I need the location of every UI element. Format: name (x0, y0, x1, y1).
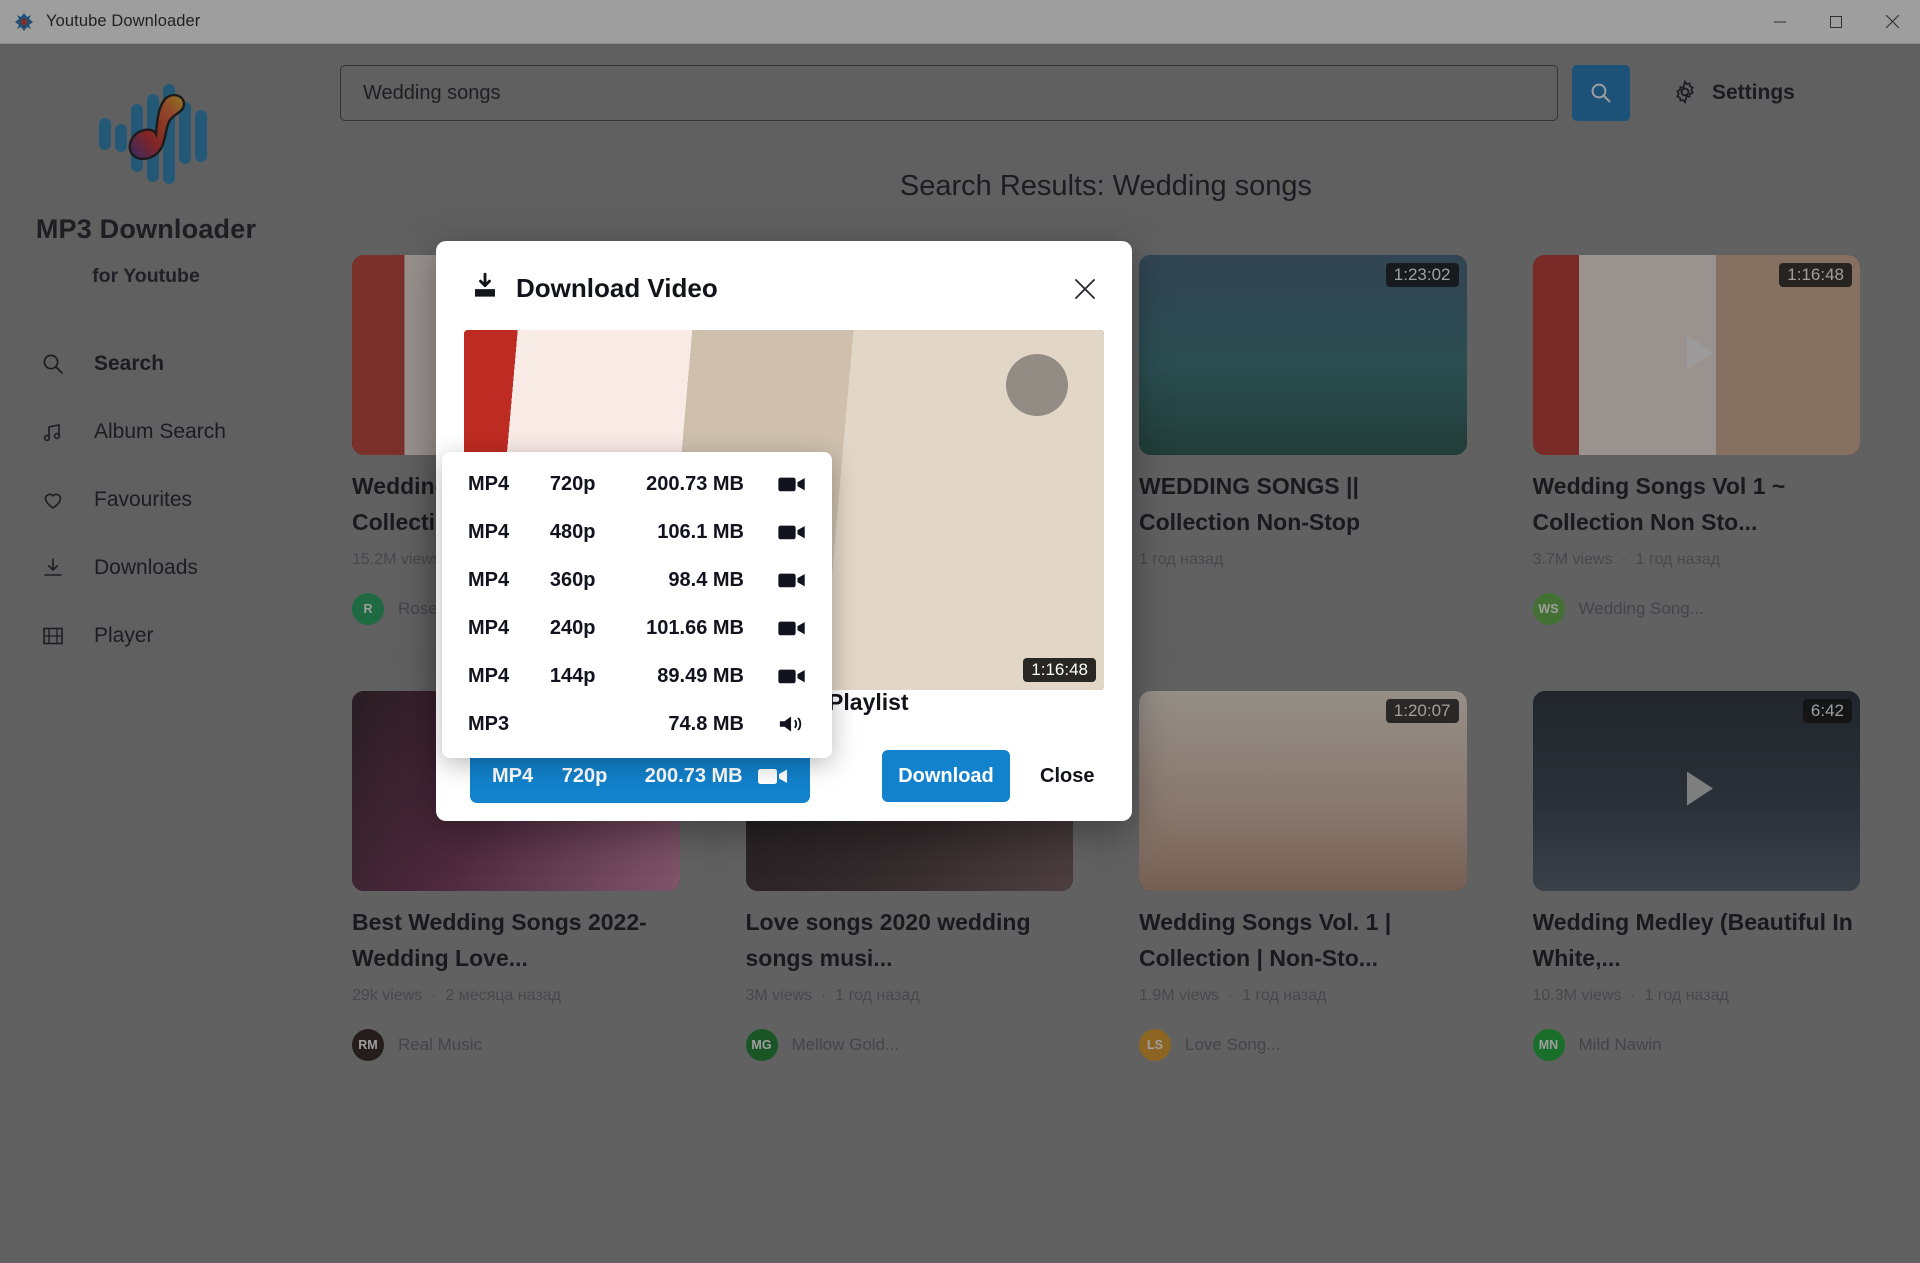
quality-option[interactable]: MP4 720p 200.73 MB (442, 460, 832, 508)
option-format: MP4 (468, 568, 510, 591)
video-camera-icon (778, 666, 806, 686)
selected-size: 200.73 MB (644, 764, 743, 787)
option-size: 101.66 MB (646, 616, 744, 639)
option-size: 89.49 MB (657, 664, 744, 687)
option-format: MP4 (468, 616, 510, 639)
selected-format: MP4 (492, 764, 534, 787)
speaker-icon (778, 713, 806, 735)
option-quality: 360p (549, 568, 596, 591)
selected-quality: 720p (561, 764, 608, 787)
option-size: 98.4 MB (668, 568, 744, 591)
video-camera-icon (778, 474, 806, 494)
video-camera-icon (778, 618, 806, 638)
quality-option[interactable]: MP3 74.8 MB (442, 700, 832, 748)
option-quality: 240p (549, 616, 596, 639)
option-quality: 480p (549, 520, 596, 543)
video-camera-icon (758, 765, 788, 787)
option-format: MP4 (468, 472, 510, 495)
app-window: Youtube Downloader MP3 Downloader for Yo… (0, 0, 1920, 1263)
dialog-title: Download Video (516, 273, 718, 303)
dialog-header: Download Video (436, 241, 1132, 306)
quality-option[interactable]: MP4 240p 101.66 MB (442, 604, 832, 652)
close-icon[interactable] (1068, 272, 1102, 306)
option-format: MP4 (468, 664, 510, 687)
video-camera-icon (778, 570, 806, 590)
quality-option[interactable]: MP4 480p 106.1 MB (442, 508, 832, 556)
cancel-button[interactable]: Close (1040, 765, 1094, 788)
option-size: 74.8 MB (668, 712, 744, 735)
option-size: 200.73 MB (646, 472, 744, 495)
quality-dropdown-menu[interactable]: MP4 720p 200.73 MB MP4 480p 106.1 MB MP4… (442, 452, 832, 758)
video-camera-icon (778, 522, 806, 542)
option-quality: 144p (549, 664, 596, 687)
option-format: MP4 (468, 520, 510, 543)
download-icon (470, 271, 500, 306)
option-quality: 720p (549, 472, 596, 495)
option-format: MP3 (468, 712, 510, 735)
option-size: 106.1 MB (657, 520, 744, 543)
quality-option[interactable]: MP4 144p 89.49 MB (442, 652, 832, 700)
quality-option[interactable]: MP4 360p 98.4 MB (442, 556, 832, 604)
download-button[interactable]: Download (882, 750, 1010, 802)
duration-badge: 1:16:48 (1023, 658, 1096, 682)
